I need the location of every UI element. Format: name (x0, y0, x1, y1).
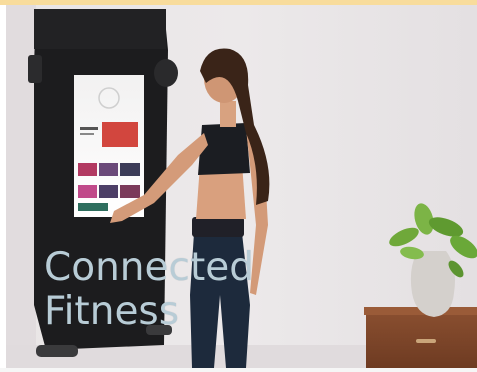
bottom-strip (0, 368, 477, 372)
caption-line-2: Fitness (44, 289, 180, 334)
caption: Connected Fitness (44, 246, 254, 334)
caption-line-1: Connected (44, 245, 255, 290)
slide: Connected Fitness (0, 0, 477, 372)
